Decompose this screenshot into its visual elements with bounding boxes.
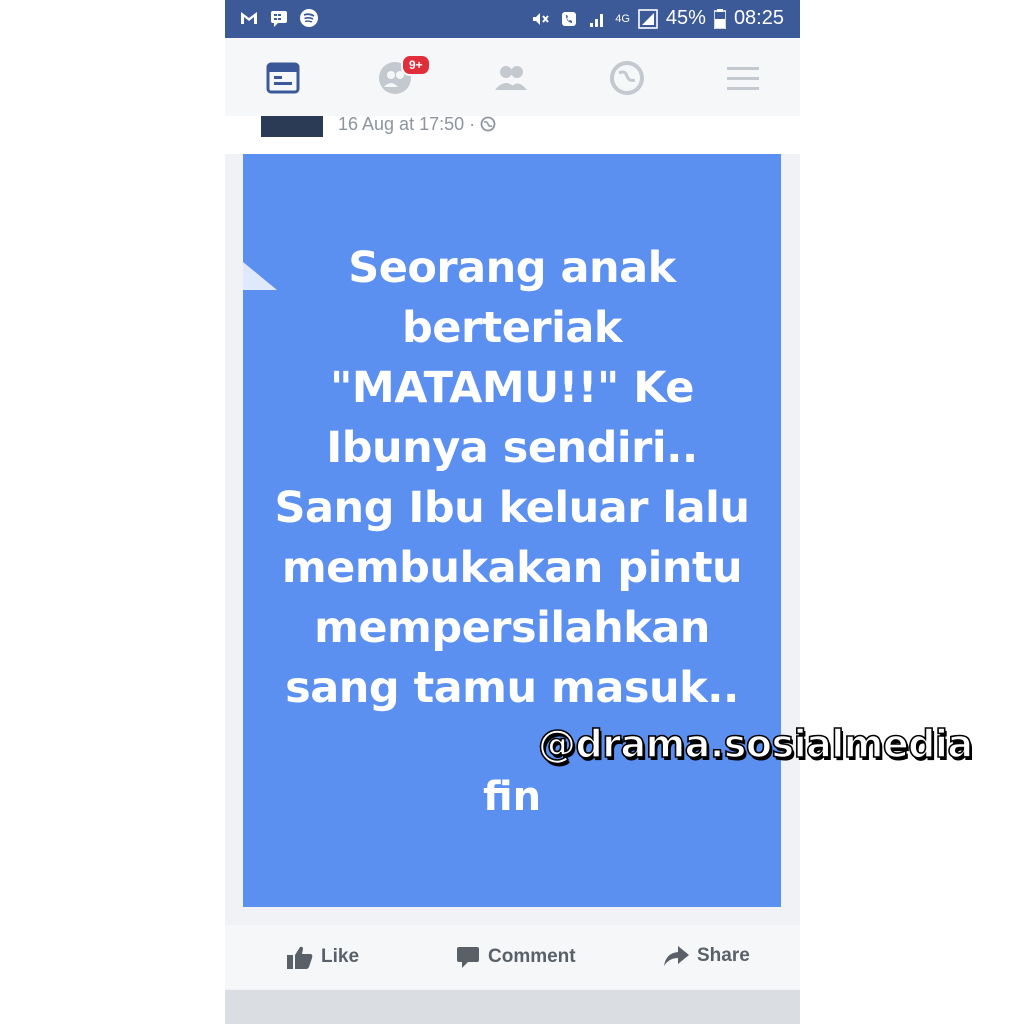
comment-icon bbox=[457, 947, 479, 968]
signal-icon bbox=[590, 13, 604, 27]
news-feed-icon[interactable] bbox=[265, 60, 301, 96]
network-type: 4G bbox=[615, 12, 630, 25]
phone-screen: 4G 45% 08:25 9+ 16 Aug at 17:50 · Seoran… bbox=[225, 0, 800, 1024]
watermark-handle: @drama.sosialmedia bbox=[537, 721, 974, 767]
notifications-globe-icon[interactable] bbox=[609, 60, 645, 96]
menu-icon[interactable] bbox=[725, 60, 761, 96]
mute-icon bbox=[533, 12, 549, 25]
post-line: berteriak bbox=[402, 303, 622, 353]
battery-icon bbox=[713, 8, 726, 29]
post-content-card: Seorang anak berteriak "MATAMU!!" Ke Ibu… bbox=[243, 154, 781, 907]
share-label: Share bbox=[697, 945, 750, 966]
comment-button[interactable]: Comment bbox=[456, 945, 576, 969]
decorative-corner bbox=[243, 262, 277, 290]
post-body-text: Seorang anak berteriak "MATAMU!!" Ke Ibu… bbox=[243, 238, 781, 718]
share-arrow-icon bbox=[664, 946, 689, 966]
status-bar: 4G 45% 08:25 bbox=[225, 0, 800, 38]
notification-badge: 9+ bbox=[401, 54, 431, 76]
clock: 08:25 bbox=[733, 7, 784, 29]
post-line: membukakan pintu bbox=[281, 543, 743, 593]
post-action-bar: Like Comment Share bbox=[225, 925, 800, 989]
friends-icon[interactable] bbox=[493, 60, 529, 96]
post-line: "MATAMU!!" Ke bbox=[330, 363, 694, 413]
globe-icon bbox=[480, 116, 496, 132]
facebook-nav-bar: 9+ bbox=[225, 38, 800, 117]
post-time-text: 16 Aug at 17:50 · bbox=[338, 116, 476, 134]
data-signal-icon bbox=[638, 8, 658, 29]
post-timestamp: 16 Aug at 17:50 · bbox=[338, 116, 496, 135]
blackberry-messenger-icon bbox=[271, 11, 287, 27]
like-button[interactable]: Like bbox=[287, 945, 359, 969]
post-header: 16 Aug at 17:50 · bbox=[225, 116, 800, 154]
post-line: Seorang anak bbox=[348, 243, 676, 293]
gmail-m-icon bbox=[241, 12, 257, 24]
comment-label: Comment bbox=[488, 946, 576, 967]
share-button[interactable]: Share bbox=[663, 945, 750, 967]
like-label: Like bbox=[321, 946, 360, 967]
status-bar-right: 4G 45% 08:25 bbox=[531, 7, 784, 30]
battery-percent: 45% bbox=[665, 7, 706, 29]
post-line: sang tamu masuk.. bbox=[285, 663, 739, 713]
post-line: mempersilahkan bbox=[314, 603, 710, 653]
status-bar-left bbox=[239, 8, 319, 28]
thumbs-up-icon bbox=[287, 946, 313, 969]
spotify-icon bbox=[300, 9, 318, 27]
phone-icon bbox=[562, 11, 577, 26]
post-line: Ibunya sendiri.. bbox=[326, 423, 698, 473]
next-post-divider bbox=[225, 990, 800, 1024]
author-avatar[interactable] bbox=[261, 116, 323, 137]
post-end-text: fin bbox=[482, 774, 542, 820]
post-line: Sang Ibu keluar lalu bbox=[274, 483, 750, 533]
